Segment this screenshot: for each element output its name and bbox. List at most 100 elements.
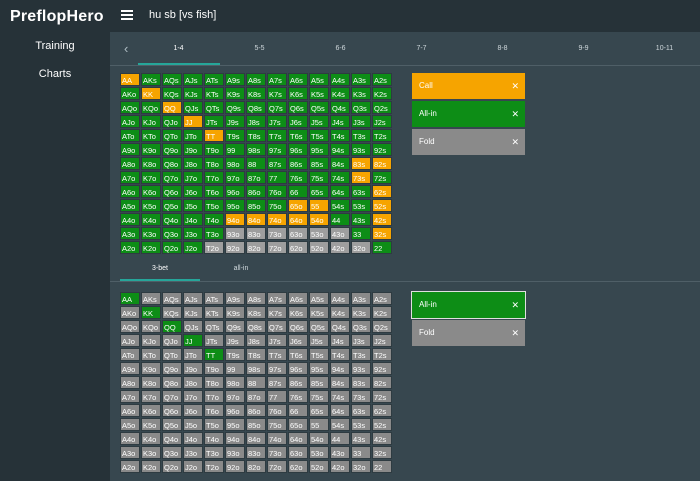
hand-cell-84o[interactable]: 84o [246, 432, 266, 445]
hand-cell-K2o[interactable]: K2o [141, 241, 161, 254]
hand-cell-T8s[interactable]: T8s [246, 129, 266, 142]
hand-cell-T4s[interactable]: T4s [330, 129, 350, 142]
hand-cell-86s[interactable]: 86s [288, 157, 308, 170]
hand-cell-J8o[interactable]: J8o [183, 157, 203, 170]
hand-cell-K4s[interactable]: K4s [330, 306, 350, 319]
hand-cell-65s[interactable]: 65s [309, 404, 329, 417]
hand-cell-J7s[interactable]: J7s [267, 334, 287, 347]
hand-cell-T5o[interactable]: T5o [204, 199, 224, 212]
hand-cell-53s[interactable]: 53s [351, 418, 371, 431]
hand-cell-87s[interactable]: 87s [267, 376, 287, 389]
hand-cell-94s[interactable]: 94s [330, 143, 350, 156]
hand-cell-Q4s[interactable]: Q4s [330, 320, 350, 333]
hand-cell-J5o[interactable]: J5o [183, 199, 203, 212]
hand-cell-93o[interactable]: 93o [225, 227, 245, 240]
hand-cell-A9s[interactable]: A9s [225, 292, 245, 305]
hand-cell-A7o[interactable]: A7o [120, 390, 140, 403]
hand-cell-82o[interactable]: 82o [246, 241, 266, 254]
tab-stack-3[interactable]: 6-6 [300, 45, 381, 52]
tab-stack-1[interactable]: 1-4 [138, 45, 219, 52]
hand-cell-53o[interactable]: 53o [309, 446, 329, 459]
hand-cell-52o[interactable]: 52o [309, 241, 329, 254]
hand-cell-74s[interactable]: 74s [330, 171, 350, 184]
hand-cell-73s[interactable]: 73s [351, 171, 371, 184]
hand-cell-AKo[interactable]: AKo [120, 306, 140, 319]
hand-cell-43s[interactable]: 43s [351, 213, 371, 226]
hand-cell-A2o[interactable]: A2o [120, 241, 140, 254]
hand-cell-98o[interactable]: 98o [225, 376, 245, 389]
hand-cell-A3s[interactable]: A3s [351, 73, 371, 86]
hand-cell-A4s[interactable]: A4s [330, 73, 350, 86]
hand-cell-A7s[interactable]: A7s [267, 73, 287, 86]
hand-cell-AA[interactable]: AA [120, 73, 140, 86]
hand-cell-33[interactable]: 33 [351, 446, 371, 459]
hand-cell-T9o[interactable]: T9o [204, 143, 224, 156]
hand-cell-T3o[interactable]: T3o [204, 446, 224, 459]
hand-cell-QTs[interactable]: QTs [204, 101, 224, 114]
hand-cell-Q6s[interactable]: Q6s [288, 320, 308, 333]
hand-cell-54s[interactable]: 54s [330, 418, 350, 431]
hand-cell-83s[interactable]: 83s [351, 157, 371, 170]
menu-icon[interactable] [121, 10, 133, 20]
hand-cell-53o[interactable]: 53o [309, 227, 329, 240]
hand-cell-JTs[interactable]: JTs [204, 115, 224, 128]
hand-cell-K7s[interactable]: K7s [267, 306, 287, 319]
hand-cell-53s[interactable]: 53s [351, 199, 371, 212]
hand-cell-Q2s[interactable]: Q2s [372, 101, 392, 114]
hand-cell-97o[interactable]: 97o [225, 171, 245, 184]
hand-cell-43o[interactable]: 43o [330, 446, 350, 459]
sidebar-item-training[interactable]: Training [0, 40, 110, 52]
hand-cell-76s[interactable]: 76s [288, 390, 308, 403]
hand-cell-63o[interactable]: 63o [288, 227, 308, 240]
hand-cell-73o[interactable]: 73o [267, 446, 287, 459]
hand-cell-Q5s[interactable]: Q5s [309, 101, 329, 114]
hand-cell-A8s[interactable]: A8s [246, 73, 266, 86]
hand-cell-J3s[interactable]: J3s [351, 334, 371, 347]
hand-cell-54s[interactable]: 54s [330, 199, 350, 212]
hand-cell-T5s[interactable]: T5s [309, 348, 329, 361]
hand-cell-A5s[interactable]: A5s [309, 292, 329, 305]
hand-cell-64s[interactable]: 64s [330, 404, 350, 417]
hand-cell-TT[interactable]: TT [204, 129, 224, 142]
hand-cell-44[interactable]: 44 [330, 213, 350, 226]
hand-cell-A8o[interactable]: A8o [120, 157, 140, 170]
hand-cell-AJs[interactable]: AJs [183, 73, 203, 86]
hand-cell-76o[interactable]: 76o [267, 185, 287, 198]
hand-cell-Q4s[interactable]: Q4s [330, 101, 350, 114]
hand-cell-Q7o[interactable]: Q7o [162, 171, 182, 184]
hand-cell-T4o[interactable]: T4o [204, 213, 224, 226]
hand-cell-75s[interactable]: 75s [309, 390, 329, 403]
hand-cell-A9o[interactable]: A9o [120, 143, 140, 156]
hand-cell-A6o[interactable]: A6o [120, 185, 140, 198]
hand-cell-K3o[interactable]: K3o [141, 227, 161, 240]
hand-cell-96o[interactable]: 96o [225, 404, 245, 417]
hand-cell-Q6o[interactable]: Q6o [162, 185, 182, 198]
hand-cell-JTs[interactable]: JTs [204, 334, 224, 347]
hand-cell-64o[interactable]: 64o [288, 432, 308, 445]
hand-cell-22[interactable]: 22 [372, 241, 392, 254]
hand-cell-Q2s[interactable]: Q2s [372, 320, 392, 333]
hand-cell-96o[interactable]: 96o [225, 185, 245, 198]
hand-cell-J6s[interactable]: J6s [288, 334, 308, 347]
hand-cell-62o[interactable]: 62o [288, 460, 308, 473]
hand-cell-AKs[interactable]: AKs [141, 73, 161, 86]
hand-cell-92o[interactable]: 92o [225, 460, 245, 473]
hand-cell-84s[interactable]: 84s [330, 376, 350, 389]
hand-cell-63s[interactable]: 63s [351, 185, 371, 198]
hand-cell-T9s[interactable]: T9s [225, 348, 245, 361]
hand-cell-98o[interactable]: 98o [225, 157, 245, 170]
hand-cell-82s[interactable]: 82s [372, 157, 392, 170]
hand-cell-J8o[interactable]: J8o [183, 376, 203, 389]
hand-cell-T6s[interactable]: T6s [288, 129, 308, 142]
hand-cell-82o[interactable]: 82o [246, 460, 266, 473]
hand-cell-86o[interactable]: 86o [246, 404, 266, 417]
hand-cell-88[interactable]: 88 [246, 157, 266, 170]
hand-cell-T9o[interactable]: T9o [204, 362, 224, 375]
hand-cell-J7o[interactable]: J7o [183, 171, 203, 184]
hand-cell-83o[interactable]: 83o [246, 227, 266, 240]
tab-stack-2[interactable]: 5-5 [219, 45, 300, 52]
hand-cell-ATo[interactable]: ATo [120, 129, 140, 142]
hand-cell-T6s[interactable]: T6s [288, 348, 308, 361]
hand-cell-J7o[interactable]: J7o [183, 390, 203, 403]
hand-cell-K6s[interactable]: K6s [288, 306, 308, 319]
